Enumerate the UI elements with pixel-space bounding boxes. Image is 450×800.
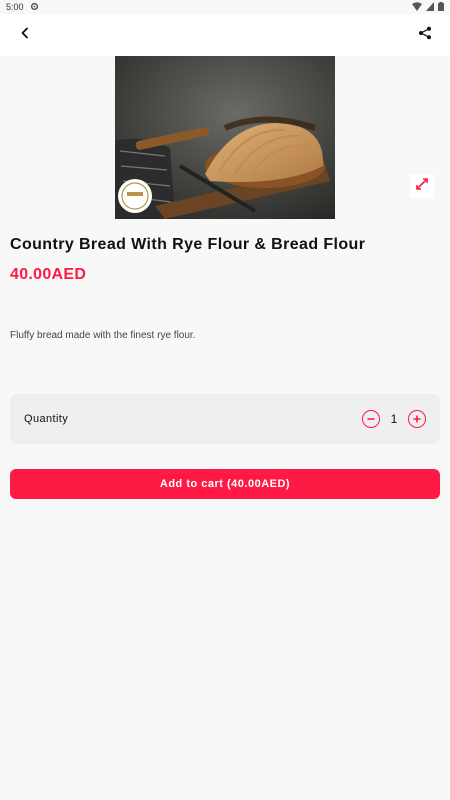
share-button[interactable] xyxy=(414,24,436,46)
product-price: 40.00AED xyxy=(10,266,87,283)
signal-icon xyxy=(426,1,434,13)
add-to-cart-button[interactable]: Add to cart (40.00AED) xyxy=(10,469,440,499)
quantity-stepper: 1 xyxy=(362,410,426,428)
product-image xyxy=(115,56,335,219)
quantity-value: 1 xyxy=(390,412,398,426)
expand-icon xyxy=(415,177,429,196)
settings-icon xyxy=(30,2,39,13)
decrease-quantity-button[interactable] xyxy=(362,410,380,428)
product-description: Fluffy bread made with the finest rye fl… xyxy=(10,330,196,341)
status-time: 5:00 xyxy=(6,2,24,12)
chevron-left-icon xyxy=(19,26,31,44)
plus-icon xyxy=(412,412,422,426)
back-button[interactable] xyxy=(14,24,36,46)
product-title: Country Bread With Rye Flour & Bread Flo… xyxy=(10,236,366,253)
increase-quantity-button[interactable] xyxy=(408,410,426,428)
minus-icon xyxy=(366,412,376,426)
share-icon xyxy=(418,26,432,45)
quantity-label: Quantity xyxy=(24,413,69,425)
quantity-card: Quantity 1 xyxy=(10,394,440,444)
expand-image-button[interactable] xyxy=(410,174,434,198)
status-bar: 5:00 xyxy=(0,0,450,14)
wifi-icon xyxy=(412,1,422,13)
battery-icon xyxy=(438,1,444,13)
app-bar xyxy=(0,14,450,56)
